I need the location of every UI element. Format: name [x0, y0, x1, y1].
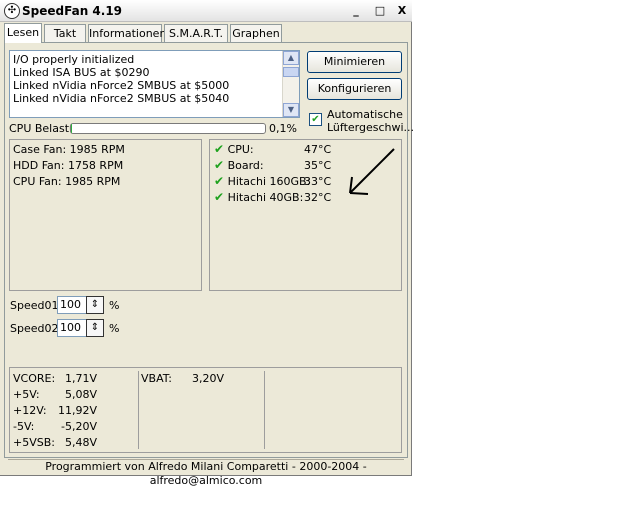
temp-name: Hitachi 160GB: [227, 175, 311, 188]
speed02-unit: % [109, 322, 120, 335]
ok-check-icon: ✔ [214, 174, 225, 188]
speed01-label: Speed01: [10, 299, 63, 312]
title-bar[interactable]: ✣ SpeedFan 4.19 _ □ X [0, 0, 412, 22]
auto-label-line1: Automatische [327, 108, 403, 121]
temp-value: 32°C [304, 191, 332, 204]
scroll-down-arrow-icon[interactable]: ▼ [283, 103, 299, 117]
voltages-panel: VCORE: 1,71V +5V: 5,08V +12V: 11,92V -5V… [9, 367, 402, 453]
speed02-spinner-icon[interactable]: ⇕ [86, 319, 104, 337]
voltage-name: +12V: [13, 404, 47, 417]
window-title: SpeedFan 4.19 [22, 4, 123, 18]
tab-graphen[interactable]: Graphen [230, 24, 282, 42]
column-divider [264, 371, 265, 449]
voltage-name: +5V: [13, 388, 40, 401]
speed02-label: Speed02: [10, 322, 63, 335]
configure-button[interactable]: Konfigurieren [307, 78, 402, 100]
maximize-window-button[interactable]: □ [372, 4, 388, 18]
temp-value: 33°C [304, 175, 332, 188]
fans-panel: Case Fan: 1985 RPM HDD Fan: 1758 RPM CPU… [9, 139, 202, 291]
fan-reading: HDD Fan: 1758 RPM [13, 159, 124, 172]
fan-reading: CPU Fan: 1985 RPM [13, 175, 121, 188]
vbat-name: VBAT: [141, 372, 172, 385]
scroll-thumb[interactable] [283, 67, 299, 77]
tab-smart[interactable]: S.M.A.R.T. [164, 24, 228, 42]
ok-check-icon: ✔ [214, 190, 225, 204]
tab-informationen[interactable]: Informationen [88, 24, 166, 42]
log-lines: I/O properly initialized Linked ISA BUS … [13, 53, 229, 105]
minimize-button[interactable]: Minimieren [307, 51, 402, 73]
vbat-value: 3,20V [192, 372, 225, 385]
log-listbox[interactable]: I/O properly initialized Linked ISA BUS … [9, 50, 300, 118]
voltage-value: 1,71V [65, 372, 98, 385]
log-line: Linked ISA BUS at $0290 [13, 66, 150, 79]
log-scrollbar[interactable]: ▲ ▼ [282, 51, 299, 117]
close-window-button[interactable]: X [394, 4, 410, 18]
voltage-name: -5V: [13, 420, 35, 433]
cpu-usage-label: CPU Belastung [9, 122, 71, 135]
auto-fan-speed-checkbox[interactable]: ✔ [309, 113, 322, 126]
log-line: Linked nVidia nForce2 SMBUS at $5000 [13, 79, 230, 92]
voltage-name: +5VSB: [13, 436, 55, 449]
log-line: Linked nVidia nForce2 SMBUS at $5040 [13, 92, 230, 105]
auto-label-line2: Lüftergeschwi... [327, 121, 415, 134]
temp-value: 47°C [304, 143, 332, 156]
temp-value: 35°C [304, 159, 332, 172]
ok-check-icon: ✔ [214, 158, 225, 172]
tab-takt[interactable]: Takt [44, 24, 86, 42]
temperatures-panel: ✔ CPU: 47°C ✔ Board: 35°C ✔ Hitachi 160G… [209, 139, 402, 291]
speedfan-window: ✣ SpeedFan 4.19 _ □ X Lesen Takt Informa… [0, 0, 415, 487]
hand-drawn-arrow-icon [349, 148, 395, 195]
ok-check-icon: ✔ [214, 142, 225, 156]
cpu-usage-bar [70, 123, 266, 134]
scroll-up-arrow-icon[interactable]: ▲ [283, 51, 299, 65]
temp-name: Board: [227, 159, 264, 172]
voltage-value: -5,20V [61, 420, 97, 433]
fan-reading: Case Fan: 1985 RPM [13, 143, 125, 156]
speed01-unit: % [109, 299, 120, 312]
voltage-value: 5,08V [65, 388, 98, 401]
minimize-window-button[interactable]: _ [348, 4, 364, 18]
temp-name: Hitachi 40GB: [227, 191, 304, 204]
cpu-usage-value: 0,1% [269, 122, 297, 135]
tab-lesen[interactable]: Lesen [4, 23, 42, 43]
log-line: I/O properly initialized [13, 53, 135, 66]
auto-fan-speed-label: Automatische Lüftergeschwi... [327, 108, 415, 134]
voltage-value: 5,48V [65, 436, 98, 449]
status-bar: Programmiert von Alfredo Milani Comparet… [8, 459, 404, 487]
temp-name: CPU: [227, 143, 254, 156]
voltage-name: VCORE: [13, 372, 56, 385]
column-divider [138, 371, 139, 449]
speed01-spinner-icon[interactable]: ⇕ [86, 296, 104, 314]
voltage-value: 11,92V [58, 404, 98, 417]
app-icon: ✣ [4, 3, 20, 19]
